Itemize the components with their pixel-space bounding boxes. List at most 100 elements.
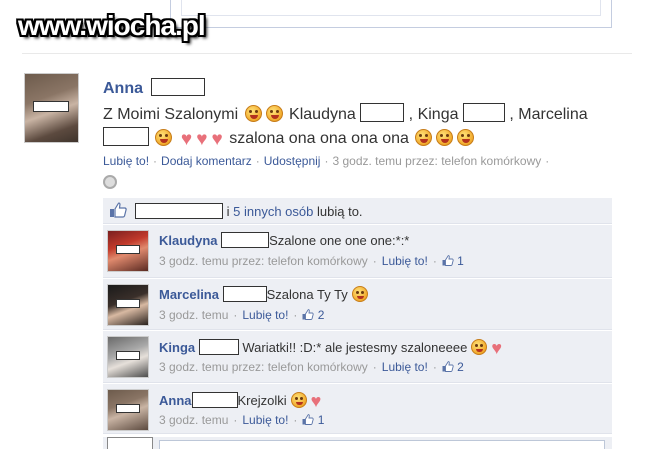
post-text-part: szalona ona ona ona ona: [229, 130, 409, 147]
commenter-name[interactable]: Kinga: [159, 340, 195, 355]
like-count-value[interactable]: 2: [318, 308, 325, 322]
smiley-icon: [415, 129, 433, 146]
comment-text: Szalone one one one:*:*: [269, 233, 410, 248]
like-count-value[interactable]: 1: [318, 413, 325, 427]
write-comment-input[interactable]: [159, 440, 605, 449]
share-link[interactable]: Udostępnij: [264, 154, 321, 168]
separator: ·: [153, 154, 158, 168]
thumbs-up-icon: [442, 255, 454, 266]
comment-body: Klaudyna Szalone one one one:*:*: [159, 232, 409, 248]
liker-name-censor: [135, 203, 223, 219]
post-text: Z Moimi Szalonymi Klaudyna , Kinga , Mar…: [103, 103, 623, 152]
thumbs-up-icon: [302, 414, 315, 425]
commenter-avatar[interactable]: [107, 284, 149, 326]
surname-censor: [198, 339, 239, 355]
post-author-name[interactable]: Anna: [103, 80, 143, 97]
separator: ·: [545, 154, 550, 168]
post-text-part: Z Moimi Szalonymi: [103, 106, 239, 123]
smiley-icon: [457, 129, 475, 146]
post-tag-klaudyna: Klaudyna: [289, 106, 356, 123]
comment-timestamp: 3 godz. temu przez: telefon komórkowy: [159, 254, 368, 268]
comment-like-link[interactable]: Lubię to!: [382, 360, 428, 374]
separator: ·: [255, 154, 260, 168]
post-tag-kinga: , Kinga: [408, 106, 459, 123]
comment-like-link[interactable]: Lubię to!: [242, 413, 288, 427]
author-surname-censor: [151, 78, 206, 96]
tag-censor: [103, 127, 149, 146]
commenter-avatar[interactable]: [107, 230, 149, 272]
likes-summary: i 5 innych osób lubią to.: [135, 203, 363, 219]
commenter-name[interactable]: Klaudyna: [159, 233, 218, 248]
smiley-icon: [244, 105, 262, 122]
thumbs-up-icon: [442, 361, 454, 372]
smiley-icon: [290, 392, 307, 408]
comment-timestamp: 3 godz. temu: [159, 308, 229, 322]
comment-item: Anna Krejzolki ♥ 3 godz. temu · Lubię to! · 1: [103, 384, 612, 434]
comment-item: Kinga Wariatki!! :D:* ale jestesmy szalo…: [103, 331, 612, 383]
like-count-value[interactable]: 2: [457, 360, 464, 374]
avatar-censor-bar: [116, 351, 140, 360]
comment-body: Anna Krejzolki ♥: [159, 391, 321, 412]
like-count-value[interactable]: 1: [457, 254, 464, 268]
write-comment-row: [103, 437, 612, 449]
comment-text: Wariatki!! :D:* ale jestesmy szaloneeee: [242, 340, 468, 355]
avatar-censor-bar: [116, 404, 140, 413]
commenter-avatar[interactable]: [107, 389, 149, 431]
likes-suffix: lubią to.: [317, 204, 363, 219]
heart-icon: ♥: [196, 129, 208, 150]
avatar-censor-bar: [116, 299, 140, 308]
globe-icon[interactable]: [103, 175, 117, 189]
thumbs-up-icon: [302, 309, 315, 320]
comment-item: Marcelina Szalona Ty Ty 3 godz. temu · Lub…: [103, 279, 612, 330]
current-user-avatar: [107, 437, 153, 449]
comment-meta: 3 godz. temu · Lubię to! · 1: [159, 413, 325, 427]
likes-others-link[interactable]: 5 innych osób: [233, 204, 313, 219]
comment-like-count[interactable]: 1: [302, 413, 324, 427]
comment-like-link[interactable]: Lubię to!: [242, 308, 288, 322]
comment-item: Klaudyna Szalone one one one:*:* 3 godz.…: [103, 225, 612, 278]
surname-censor: [222, 286, 267, 302]
author-avatar[interactable]: [24, 73, 79, 143]
smiley-icon: [351, 286, 368, 302]
comment-body: Kinga Wariatki!! :D:* ale jestesmy szalo…: [159, 338, 502, 359]
story-divider: [22, 53, 632, 54]
comment-body: Marcelina Szalona Ty Ty: [159, 286, 368, 302]
commenter-avatar[interactable]: [107, 336, 149, 378]
comment-timestamp: 3 godz. temu: [159, 413, 229, 427]
previous-comment-box: [170, 0, 612, 28]
heart-icon: ♥: [180, 129, 193, 150]
add-comment-link[interactable]: Dodaj komentarz: [161, 154, 252, 168]
separator: ·: [324, 154, 329, 168]
comment-like-count[interactable]: 1: [442, 254, 464, 268]
previous-comment-input[interactable]: [181, 0, 601, 16]
likes-prefix: i: [226, 204, 230, 219]
comment-like-link[interactable]: Lubię to!: [382, 254, 428, 268]
comment-meta: 3 godz. temu przez: telefon komórkowy · Lu…: [159, 254, 464, 268]
surname-censor: [191, 392, 238, 408]
smiley-icon: [436, 129, 454, 146]
avatar-censor-bar: [33, 101, 69, 112]
comment-like-count[interactable]: 2: [442, 360, 464, 374]
tag-censor: [360, 103, 405, 122]
like-link[interactable]: Lubię to!: [103, 154, 149, 168]
likes-bar: i 5 innych osób lubią to.: [103, 198, 612, 224]
smiley-icon: [155, 129, 173, 146]
post-tag-marcelina: , Marcelina: [509, 106, 588, 123]
comment-like-count[interactable]: 2: [302, 308, 324, 322]
heart-icon: ♥: [211, 129, 223, 150]
heart-icon: ♥: [491, 338, 503, 358]
avatar-censor-bar: [116, 245, 140, 254]
tag-censor: [462, 103, 505, 122]
post-timestamp: 3 godz. temu przez: telefon komórkowy: [332, 154, 542, 168]
comment-meta: 3 godz. temu przez: telefon komórkowy · Lu…: [159, 360, 464, 374]
smiley-icon: [471, 339, 488, 355]
watermark: www.wiocha.pl: [18, 10, 206, 41]
commenter-name[interactable]: Anna: [159, 393, 192, 408]
smiley-icon: [265, 105, 283, 122]
commenter-name[interactable]: Marcelina: [159, 287, 219, 302]
surname-censor: [221, 232, 270, 248]
comment-text: Krejzolki: [237, 393, 287, 408]
post-author[interactable]: Anna: [103, 78, 206, 98]
heart-icon: ♥: [310, 391, 322, 411]
comment-meta: 3 godz. temu · Lubię to! · 2: [159, 308, 325, 322]
